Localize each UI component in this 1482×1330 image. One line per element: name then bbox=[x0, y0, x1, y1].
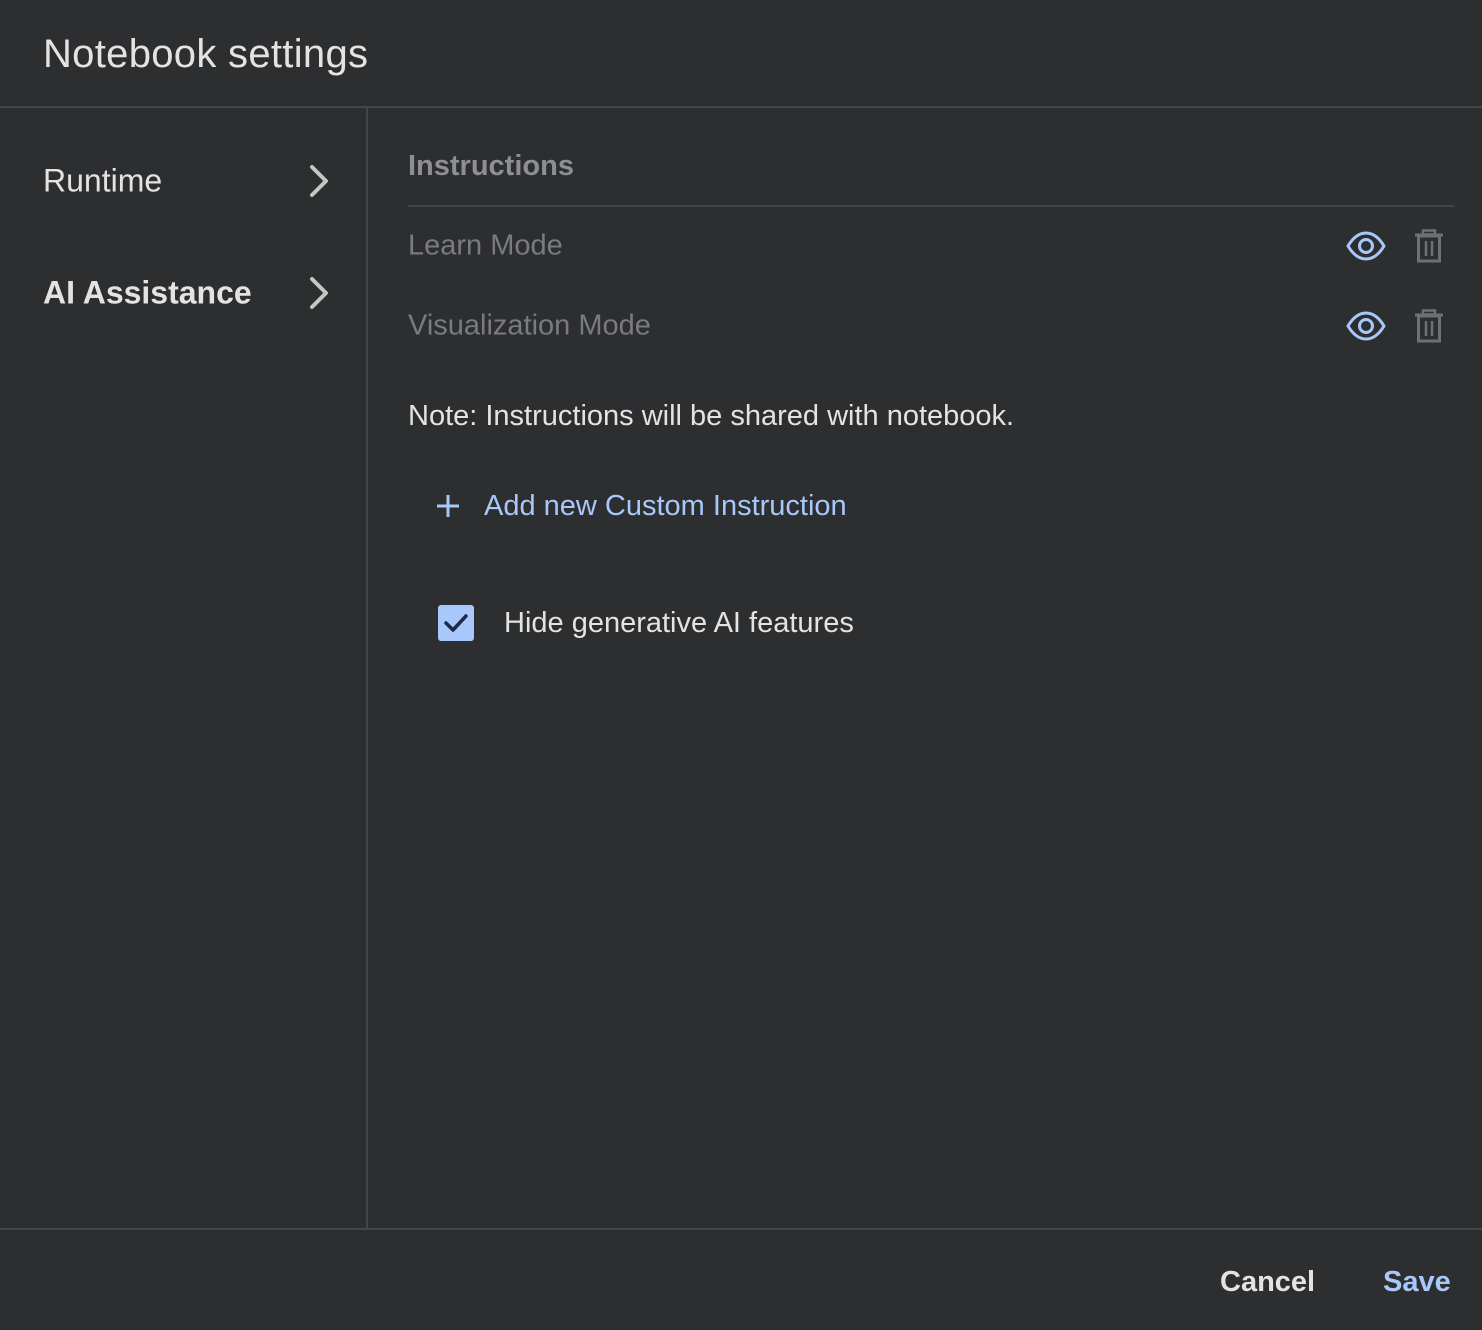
check-icon bbox=[444, 614, 468, 632]
settings-sidebar: Runtime AI Assistance bbox=[0, 108, 368, 1230]
instructions-section-title: Instructions bbox=[408, 150, 574, 182]
add-custom-instruction-label: Add new Custom Instruction bbox=[484, 489, 847, 522]
cancel-button[interactable]: Cancel bbox=[1220, 1266, 1315, 1299]
dialog-header: Notebook settings bbox=[0, 0, 1482, 108]
instruction-row: Learn Mode bbox=[408, 216, 1454, 276]
sidebar-item-ai-assistance[interactable]: AI Assistance bbox=[43, 263, 343, 323]
sidebar-item-label: AI Assistance bbox=[43, 274, 252, 311]
chevron-right-icon bbox=[310, 165, 328, 197]
hide-ai-features-checkbox[interactable] bbox=[438, 605, 474, 641]
hide-ai-features-option: Hide generative AI features bbox=[438, 598, 854, 648]
settings-main-panel: Instructions Learn Mode Visualization Mo… bbox=[368, 108, 1482, 1230]
eye-icon[interactable] bbox=[1346, 311, 1386, 341]
dialog-footer: Cancel Save bbox=[0, 1228, 1482, 1330]
notebook-settings-dialog: Notebook settings Runtime AI Assistance … bbox=[0, 0, 1482, 1330]
add-custom-instruction-button[interactable]: Add new Custom Instruction bbox=[434, 478, 847, 534]
instructions-note: Note: Instructions will be shared with n… bbox=[408, 400, 1015, 432]
sidebar-item-runtime[interactable]: Runtime bbox=[43, 151, 343, 211]
trash-icon[interactable] bbox=[1414, 229, 1444, 263]
trash-icon[interactable] bbox=[1414, 309, 1444, 343]
eye-icon[interactable] bbox=[1346, 231, 1386, 261]
plus-icon bbox=[437, 495, 459, 517]
sidebar-item-label: Runtime bbox=[43, 162, 163, 199]
save-button[interactable]: Save bbox=[1383, 1266, 1451, 1299]
instruction-name: Learn Mode bbox=[408, 229, 563, 262]
hide-ai-features-label: Hide generative AI features bbox=[504, 606, 854, 639]
instruction-name: Visualization Mode bbox=[408, 309, 651, 342]
section-divider bbox=[408, 205, 1454, 207]
dialog-title: Notebook settings bbox=[43, 32, 369, 76]
chevron-right-icon bbox=[310, 277, 328, 309]
instruction-row: Visualization Mode bbox=[408, 296, 1454, 356]
